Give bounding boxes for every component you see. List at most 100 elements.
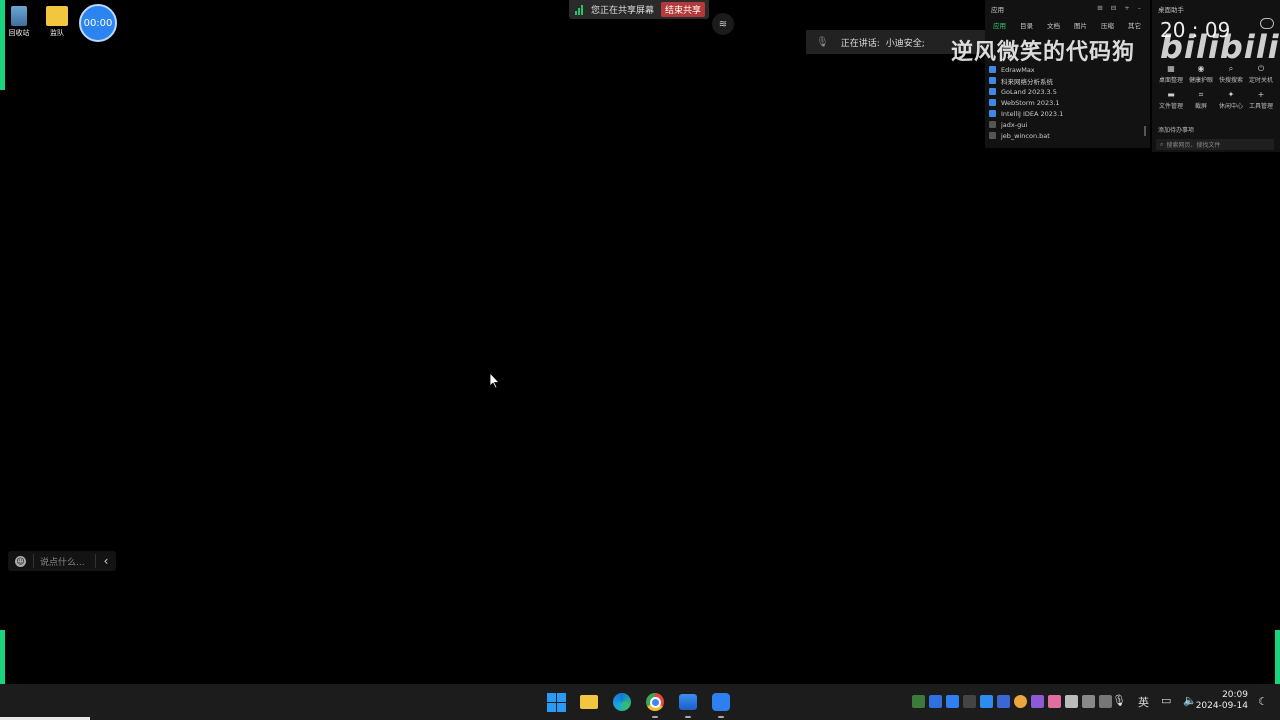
windows-logo-icon — [546, 692, 566, 712]
tool-label: 健康护眼 — [1188, 77, 1213, 84]
running-indicator — [685, 716, 691, 718]
tool-label: 截屏 — [1194, 103, 1207, 110]
share-status-text: 您正在共享屏幕 — [591, 6, 655, 16]
signal-icon — [575, 4, 583, 15]
screen-share-bar: 您正在共享屏幕 结束共享 — [569, 0, 709, 19]
taskbar-clock[interactable]: 20:09 2024-09-14 — [1196, 690, 1248, 712]
list-item[interactable]: jadx-gui — [989, 119, 1063, 130]
meeting-icon[interactable] — [946, 695, 959, 708]
desktop-icon-folder[interactable]: 监队 — [39, 6, 75, 38]
edge-icon[interactable] — [611, 691, 633, 713]
list-item[interactable]: jeb_wincon.bat — [989, 130, 1063, 141]
tool-label: 休闲中心 — [1218, 103, 1243, 110]
chrome-tray-icon[interactable] — [1014, 695, 1027, 708]
bilibili-logo: bilibili — [1160, 28, 1280, 66]
copy-icon[interactable] — [1082, 695, 1095, 708]
assistant-search-input[interactable]: ⌕ 搜索网页、搜找文件 — [1156, 139, 1274, 150]
desktop-icon-recycle-bin[interactable]: 回收站 — [1, 6, 37, 38]
tool-timed-shutdown[interactable]: ⏻ 定时关机 — [1246, 64, 1276, 84]
recording-timer[interactable]: 00:00 — [79, 4, 117, 42]
app-launcher-panel: 应用 ⊞ ⊟ + – 应用 目录 文档 图片 压缩 其它 EdrawMax 科来… — [985, 0, 1150, 148]
crop-icon: ⌗ — [1198, 90, 1204, 99]
app-icon — [989, 88, 996, 95]
taskbar-apps — [545, 691, 732, 718]
microphone-icon[interactable]: 🎙 — [1112, 694, 1126, 710]
stop-share-button[interactable]: 结束共享 — [660, 2, 705, 17]
list-item[interactable]: 科来网络分析系统 — [989, 75, 1063, 86]
tray-app-icon[interactable] — [980, 695, 993, 708]
tab-directory[interactable]: 目录 — [1020, 20, 1033, 30]
tab-apps[interactable]: 应用 — [993, 20, 1006, 30]
tencent-meeting-icon[interactable] — [710, 691, 732, 718]
watermark-text: 逆风微笑的代码狗 — [951, 40, 1136, 65]
tool-label: 定时关机 — [1248, 77, 1273, 84]
tool-leisure-center[interactable]: ✦ 休闲中心 — [1216, 90, 1246, 110]
flower-icon[interactable] — [1048, 695, 1061, 708]
network-icon[interactable]: ▭ — [1161, 694, 1171, 710]
running-indicator — [652, 716, 658, 718]
shield-icon[interactable] — [929, 695, 942, 708]
tab-images[interactable]: 图片 — [1074, 20, 1087, 30]
chat-input-bar[interactable]: ☺ 说点什么... ‹ — [8, 551, 116, 571]
add-todo-button[interactable]: 添加待办事项 — [1158, 125, 1194, 134]
file-explorer-icon[interactable] — [578, 691, 600, 713]
microphone-icon: 🎙 — [816, 36, 829, 48]
tool-tool-manager[interactable]: + 工具管理 — [1246, 90, 1276, 110]
taskbar-time: 20:09 — [1222, 690, 1248, 700]
tool-label: 文件管理 — [1158, 103, 1183, 110]
speaking-label: 正在讲话: — [840, 38, 880, 49]
cloud-icon[interactable] — [997, 695, 1010, 708]
tray-app-icon[interactable] — [963, 695, 976, 708]
chevron-left-icon[interactable]: ‹ — [96, 554, 116, 568]
list-item[interactable]: GoLand 2023.3.5 — [989, 86, 1063, 97]
tray-app-icon[interactable] — [912, 695, 925, 708]
emoji-icon[interactable]: ☺ — [15, 555, 26, 567]
running-indicator — [718, 716, 724, 718]
tool-desktop-organize[interactable]: ▦ 桌面整理 — [1156, 64, 1186, 84]
mouse-cursor-icon — [490, 373, 500, 389]
list-item[interactable]: IntelliJ IDEA 2023.1 — [989, 108, 1063, 119]
chat-placeholder[interactable]: 说点什么... — [34, 555, 95, 568]
desktop-icon-label: 监队 — [50, 29, 64, 37]
search-placeholder: 搜索网页、搜找文件 — [1166, 142, 1221, 149]
app-name: EdrawMax — [1001, 65, 1035, 74]
app-name: IntelliJ IDEA 2023.1 — [1001, 109, 1064, 118]
app-name: GoLand 2023.3.5 — [1001, 87, 1057, 96]
tab-documents[interactable]: 文档 — [1047, 20, 1060, 30]
folder-icon — [46, 6, 68, 26]
app-icon — [989, 121, 996, 128]
list-item[interactable]: WebStorm 2023.1 — [989, 97, 1063, 108]
usb-icon[interactable] — [1099, 695, 1112, 708]
tool-label: 工具管理 — [1248, 103, 1273, 110]
photos-icon[interactable] — [677, 691, 699, 718]
tool-quick-search[interactable]: ⌕ 快搜搜索 — [1216, 64, 1246, 84]
tool-screenshot[interactable]: ⌗ 截屏 — [1186, 90, 1216, 110]
tab-archives[interactable]: 压缩 — [1101, 20, 1114, 30]
search-icon: ⌕ — [1160, 140, 1164, 148]
launcher-tabs: 应用 目录 文档 图片 压缩 其它 — [993, 20, 1141, 30]
ime-indicator[interactable]: 英 — [1138, 694, 1149, 710]
tool-label: 快搜搜索 — [1218, 77, 1243, 84]
tool-eye-care[interactable]: ◉ 健康护眼 — [1186, 64, 1216, 84]
desktop-icon-label: 回收站 — [8, 29, 30, 37]
system-tray-icons — [912, 695, 1112, 708]
app-name: jadx-gui — [1001, 120, 1028, 129]
desktop-assistant-panel: 桌面助手 20 : 09 ▦ 桌面整理 ◉ 健康护眼 ⌕ 快搜搜索 ⏻ 定时关机 ▬ 文件… — [1152, 0, 1280, 152]
tool-label: 桌面整理 — [1158, 77, 1183, 84]
tool-file-manager[interactable]: ▬ 文件管理 — [1156, 90, 1186, 110]
chrome-icon[interactable] — [644, 691, 666, 718]
app-name: WebStorm 2023.1 — [1001, 98, 1060, 107]
app-icon — [989, 77, 996, 84]
plus-icon: + — [1257, 90, 1265, 99]
system-indicators: 🎙 英 ▭ 🔈 — [1112, 694, 1197, 710]
notification-icon[interactable]: ☾ — [1258, 695, 1268, 708]
tab-other[interactable]: 其它 — [1128, 20, 1141, 30]
taskbar-date: 2024-09-14 — [1195, 701, 1248, 711]
scrollbar[interactable] — [1144, 126, 1146, 136]
launcher-window-controls[interactable]: ⊞ ⊟ + – — [1097, 4, 1144, 12]
display-icon[interactable] — [1065, 695, 1078, 708]
gamepad-icon: ✦ — [1227, 90, 1235, 99]
layers-icon[interactable]: ≋ — [712, 13, 734, 35]
tray-app-icon[interactable] — [1031, 695, 1044, 708]
start-button[interactable] — [545, 691, 567, 713]
